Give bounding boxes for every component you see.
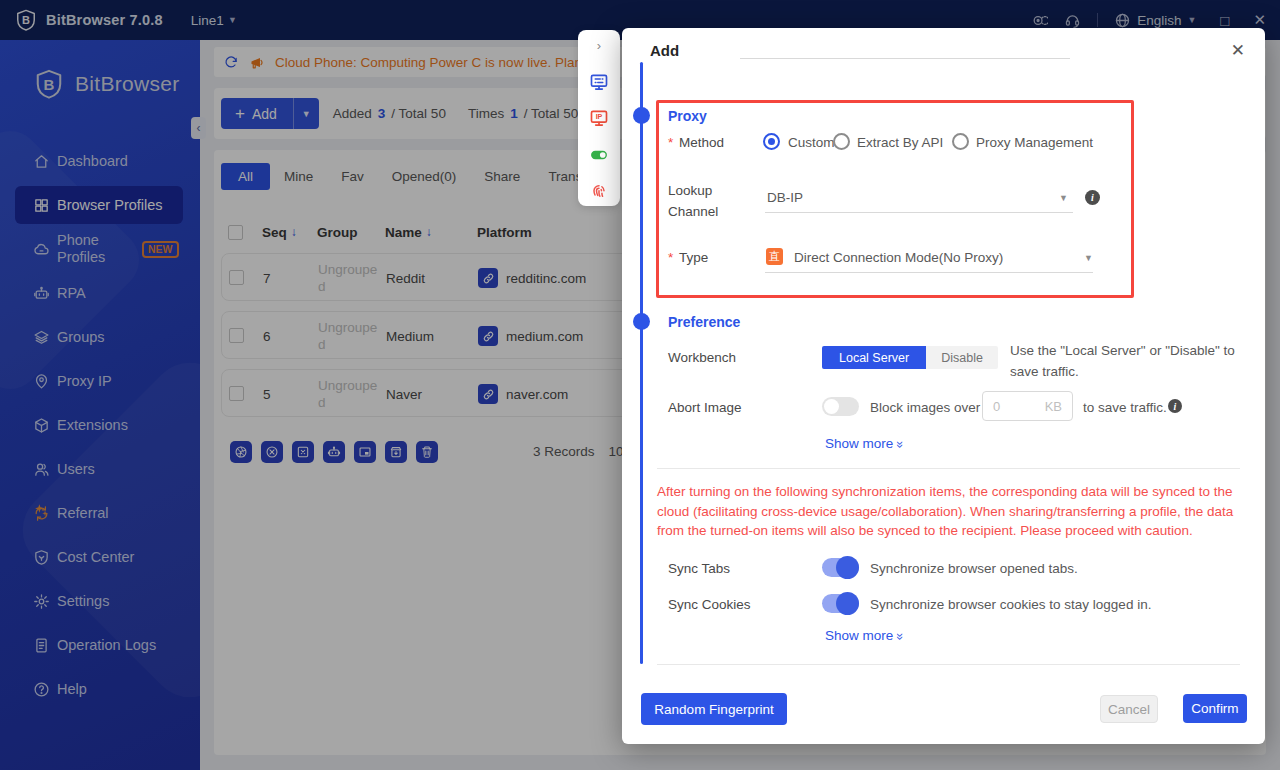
info-icon[interactable]: i [1168,399,1182,413]
truncated-input-underline [740,58,1070,59]
radio-extract-by-api[interactable] [833,133,850,150]
fingerprint-icon[interactable] [589,180,609,200]
info-icon[interactable]: i [1085,190,1100,205]
svg-text:IP: IP [596,113,603,121]
profile-settings-icon[interactable] [589,72,609,92]
sync-tabs-toggle[interactable] [822,558,859,577]
add-dialog: Add ✕ Proxy Method Custom Extract By API… [622,28,1265,744]
workbench-note: Use the "Local Server" or "Disable" to s… [1010,340,1250,382]
workbench-segmented-control: Local Server Disable [822,346,998,369]
sync-cookies-toggle[interactable] [822,594,859,613]
radio-custom[interactable] [763,133,780,150]
kb-threshold-input[interactable]: 0KB [982,391,1073,421]
direct-mode-icon: 直 [766,248,783,265]
abort-image-toggle[interactable] [822,397,859,416]
radio-proxy-mgmt-label[interactable]: Proxy Management [976,135,1093,150]
lookup-channel-select[interactable]: DB-IP [767,190,803,205]
proxy-section-title: Proxy [668,108,707,124]
dialog-close-icon[interactable]: ✕ [1231,40,1245,61]
random-fingerprint-button[interactable]: Random Fingerprint [641,693,787,725]
preference-section-title: Preference [668,314,740,330]
sync-warning-text: After turning on the following synchroni… [657,482,1235,541]
workbench-label: Workbench [668,350,736,365]
proxy-ip-icon[interactable]: IP [589,108,609,128]
radio-custom-label[interactable]: Custom [788,135,835,150]
sync-tabs-label: Sync Tabs [668,561,730,576]
type-label: Type [668,250,708,265]
sync-cookies-desc: Synchronize browser cookies to stay logg… [870,597,1151,612]
sync-cookies-label: Sync Cookies [668,597,751,612]
block-images-text: Block images over [870,400,980,415]
chevron-down-icon: ▼ [1084,253,1093,263]
disable-option[interactable]: Disable [926,346,998,369]
dialog-title: Add [650,42,679,59]
method-label: Method [668,135,724,150]
cancel-button[interactable]: Cancel [1100,695,1158,723]
bitbrowser-app: B BitBrowser 7.0.8 Line1▼ English▼ □ ✕ B… [0,0,1280,770]
section-timeline [640,62,643,664]
local-server-option[interactable]: Local Server [822,346,926,369]
abort-image-label: Abort Image [668,400,742,415]
show-more-link[interactable]: Show more» [825,628,904,643]
toggle-icon[interactable] [589,145,609,165]
sync-tabs-desc: Synchronize browser opened tabs. [870,561,1078,576]
quick-panel: › IP [578,30,620,206]
show-more-link[interactable]: Show more» [825,436,904,451]
type-select[interactable]: Direct Connection Mode(No Proxy) [794,250,1003,265]
radio-extract-label[interactable]: Extract By API [857,135,943,150]
save-traffic-text: to save traffic. [1083,400,1167,415]
collapse-panel-icon[interactable]: › [578,38,620,53]
chevron-down-icon: ▼ [1059,193,1068,203]
lookup-channel-label: Lookup Channel [668,180,732,222]
radio-proxy-management[interactable] [952,133,969,150]
confirm-button[interactable]: Confirm [1183,694,1247,723]
